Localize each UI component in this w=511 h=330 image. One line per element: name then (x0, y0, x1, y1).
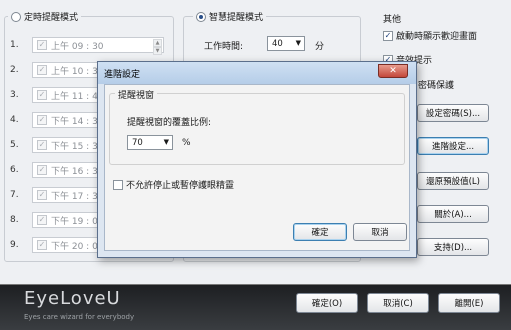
row-number: 6. (10, 165, 19, 175)
time-enabled-checkbox[interactable]: ✓ (37, 190, 47, 200)
time-enabled-checkbox[interactable]: ✓ (37, 90, 47, 100)
time-enabled-checkbox[interactable]: ✓ (37, 140, 47, 150)
show-welcome-label: 啟動時顯示歡迎畫面 (396, 32, 478, 42)
schedule-row: 1. ✓ 上午 09 : 30 ▲ ▼ (10, 37, 164, 55)
time-value: 下午 15 : 30 (51, 141, 104, 152)
row-number: 4. (10, 115, 19, 125)
other-section-title: 其他 (383, 15, 402, 25)
row-number: 8. (10, 215, 19, 225)
show-welcome-option[interactable]: ✓ 啟動時顯示歡迎畫面 (383, 29, 477, 42)
no-stop-option[interactable]: 不允許停止或暫停護眼精靈 (113, 178, 234, 191)
reminder-window-group-title: 提醒視窗 (115, 88, 158, 101)
row-number: 7. (10, 190, 19, 200)
row-number: 9. (10, 240, 19, 250)
close-icon: ✕ (389, 66, 397, 76)
coverage-value: 70 (132, 137, 143, 148)
row-number: 2. (10, 65, 19, 75)
dialog-body: 提醒視窗 提醒視窗的覆蓋比例: 70 ▼ % 不允許停止或暫停護眼精靈 確定 取… (104, 84, 410, 251)
schedule-row: 7. ✓ 下午 17 : 30 (10, 187, 164, 203)
support-button[interactable]: 支持(D)... (417, 238, 489, 256)
time-value: 上午 11 : 45 (51, 91, 104, 102)
time-value: 下午 16 : 30 (51, 166, 104, 177)
coverage-unit: % (182, 138, 191, 148)
work-time-label: 工作時間: (204, 42, 244, 52)
app-logo: EyeLoveU (24, 288, 121, 309)
no-stop-checkbox[interactable] (113, 179, 123, 190)
restore-defaults-button[interactable]: 還原預設值(L) (417, 172, 489, 190)
reminder-window-group (109, 93, 405, 165)
work-time-select[interactable]: 40 ▼ (267, 36, 305, 51)
time-value: 下午 17 : 30 (51, 191, 104, 202)
about-button[interactable]: 關於(A)... (417, 205, 489, 223)
time-enabled-checkbox[interactable]: ✓ (37, 240, 47, 250)
time-enabled-checkbox[interactable]: ✓ (37, 115, 47, 125)
row-number: 1. (10, 40, 19, 50)
time-value: 下午 19 : 00 (51, 216, 104, 227)
time-enabled-checkbox[interactable]: ✓ (37, 165, 47, 175)
advanced-settings-dialog: 進階設定 ✕ 提醒視窗 提醒視窗的覆蓋比例: 70 ▼ % 不允許停止或暫停護眼… (97, 61, 417, 258)
time-enabled-checkbox[interactable]: ✓ (37, 40, 47, 50)
coverage-label: 提醒視窗的覆蓋比例: (127, 118, 212, 128)
schedule-row: 4. ✓ 下午 14 : 30 (10, 112, 164, 128)
schedule-row: 8. ✓ 下午 19 : 00 (10, 212, 164, 228)
time-value: 上午 10 : 30 (51, 66, 104, 77)
time-enabled-checkbox[interactable]: ✓ (37, 65, 47, 75)
smart-mode-label: 智慧提醒模式 (209, 13, 264, 23)
show-welcome-checkbox[interactable]: ✓ (383, 30, 393, 41)
password-label: 密碼保護 (418, 81, 455, 91)
time-enabled-checkbox[interactable]: ✓ (37, 215, 47, 225)
time-value: 下午 20 : 00 (51, 241, 104, 252)
spinner-buttons[interactable]: ▲ ▼ (153, 39, 162, 55)
set-password-button[interactable]: 設定密碼(S)... (417, 104, 489, 122)
time-value: 下午 14 : 30 (51, 116, 104, 127)
chevron-down-icon: ▼ (295, 39, 301, 47)
schedule-row: 9. ✓ 下午 20 : 00 (10, 237, 164, 253)
chevron-down-icon: ▼ (163, 138, 169, 146)
advanced-settings-button[interactable]: 進階設定... (417, 137, 489, 155)
work-time-unit: 分 (315, 42, 325, 52)
smart-mode-option[interactable]: 智慧提醒模式 (193, 10, 267, 23)
time-spinner[interactable]: ✓ 上午 09 : 30 ▲ ▼ (32, 37, 164, 55)
schedule-row: 5. ✓ 下午 15 : 30 (10, 137, 164, 153)
dialog-titlebar[interactable]: 進階設定 (98, 62, 416, 84)
no-stop-label: 不允許停止或暫停護眼精靈 (126, 181, 235, 191)
row-number: 5. (10, 140, 19, 150)
coverage-select[interactable]: 70 ▼ (127, 135, 173, 150)
row-number: 3. (10, 90, 19, 100)
schedule-row: 3. ✓ 上午 11 : 45 (10, 87, 164, 103)
schedule-row: 2. ✓ 上午 10 : 30 (10, 62, 164, 78)
fixed-mode-label: 定時提醒模式 (24, 13, 79, 23)
dialog-title: 進階設定 (104, 69, 141, 80)
app-slogan: Eyes care wizard for everybody (24, 313, 135, 321)
up-arrow-icon[interactable]: ▲ (153, 39, 162, 47)
dialog-ok-button[interactable]: 確定 (293, 223, 347, 241)
ok-button[interactable]: 確定(O) (296, 293, 358, 313)
time-value: 上午 09 : 30 (51, 41, 104, 52)
password-option[interactable]: 密碼保護 (418, 78, 454, 91)
down-arrow-icon[interactable]: ▼ (153, 47, 162, 55)
smart-mode-radio[interactable] (196, 11, 206, 22)
exit-button[interactable]: 離開(E) (438, 293, 500, 313)
work-time-value: 40 (272, 38, 283, 49)
fixed-mode-radio[interactable] (11, 11, 21, 22)
cancel-button[interactable]: 取消(C) (367, 293, 429, 313)
dialog-cancel-button[interactable]: 取消 (353, 223, 407, 241)
fixed-mode-option[interactable]: 定時提醒模式 (8, 10, 82, 23)
schedule-row: 6. ✓ 下午 16 : 30 (10, 162, 164, 178)
dialog-close-button[interactable]: ✕ (378, 64, 408, 78)
